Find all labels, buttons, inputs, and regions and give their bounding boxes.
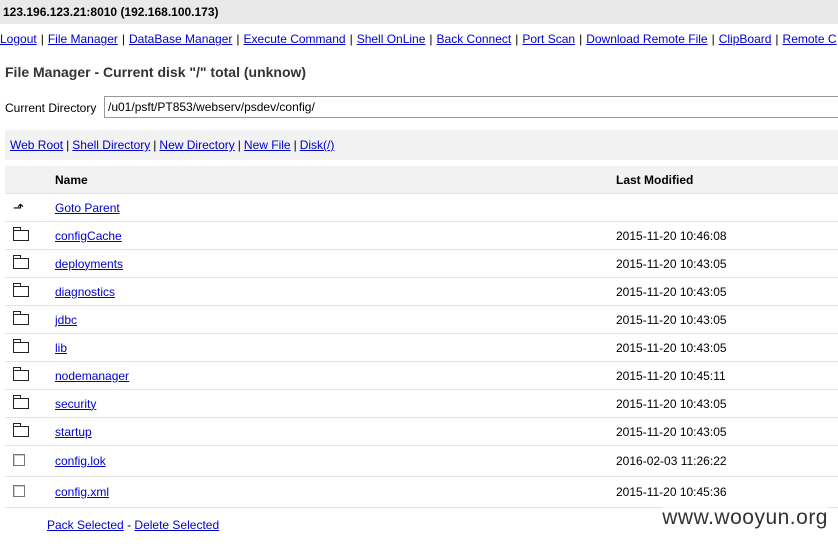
menu-remote-c[interactable]: Remote C	[783, 32, 837, 46]
modified-cell: 2015-11-20 10:43:05	[616, 389, 838, 418]
header-icon-cell	[5, 166, 55, 194]
file-checkbox[interactable]	[13, 484, 25, 497]
folder-icon	[13, 310, 29, 325]
file-link[interactable]: config.lok	[55, 454, 106, 468]
menu-separator: |	[429, 32, 433, 46]
table-row: config.xml 2015-11-20 10:45:36	[5, 476, 838, 508]
page-title: File Manager - Current disk "/" total (u…	[5, 64, 307, 80]
menu-logout[interactable]: Logout	[0, 32, 37, 46]
link-disk-root[interactable]: Disk(/)	[300, 138, 335, 152]
modified-cell: 2015-11-20 10:45:36	[616, 476, 838, 508]
modified-cell: 2016-02-03 11:26:22	[616, 445, 838, 477]
menu-separator: |	[121, 32, 125, 46]
link-separator: |	[153, 138, 157, 152]
menu-clipboard[interactable]: ClipBoard	[719, 32, 772, 46]
menu-separator: |	[40, 32, 44, 46]
table-row: diagnostics 2015-11-20 10:43:05	[5, 277, 838, 306]
table-row: startup 2015-11-20 10:43:05	[5, 417, 838, 446]
up-arrow-icon: ⬏	[13, 199, 24, 215]
folder-link[interactable]: startup	[55, 425, 92, 439]
folder-link[interactable]: diagnostics	[55, 285, 115, 299]
menu-file-manager[interactable]: File Manager	[48, 32, 118, 46]
link-separator: |	[293, 138, 297, 152]
link-shell-directory[interactable]: Shell Directory	[72, 138, 150, 152]
menu-separator: |	[349, 32, 353, 46]
pack-selected-link[interactable]: Pack Selected	[47, 518, 124, 532]
modified-cell: 2015-11-20 10:43:05	[616, 417, 838, 446]
parent-row: ⬏ Goto Parent	[5, 193, 838, 222]
menu-database-manager[interactable]: DataBase Manager	[129, 32, 232, 46]
folder-link[interactable]: nodemanager	[55, 369, 129, 383]
folder-icon	[13, 422, 29, 437]
header-last-modified: Last Modified	[616, 166, 838, 194]
folder-icon	[13, 394, 29, 409]
folder-link[interactable]: lib	[55, 341, 67, 355]
header-name: Name	[55, 166, 616, 194]
current-directory-input[interactable]	[104, 96, 838, 118]
table-row: config.lok 2016-02-03 11:26:22	[5, 445, 838, 477]
link-separator: |	[237, 138, 241, 152]
link-separator: |	[66, 138, 70, 152]
link-new-directory[interactable]: New Directory	[159, 138, 234, 152]
file-table: Name Last Modified ⬏ Goto Parent configC…	[5, 166, 838, 508]
folder-link[interactable]: jdbc	[55, 313, 77, 327]
table-row: lib 2015-11-20 10:43:05	[5, 333, 838, 362]
menu-port-scan[interactable]: Port Scan	[522, 32, 575, 46]
folder-icon	[13, 226, 29, 241]
file-checkbox[interactable]	[13, 453, 25, 466]
menu-download-remote-file[interactable]: Download Remote File	[586, 32, 707, 46]
watermark: www.wooyun.org	[662, 506, 828, 530]
menu-separator: |	[579, 32, 583, 46]
menu-separator: |	[711, 32, 715, 46]
parent-modified	[616, 193, 838, 222]
menu-shell-online[interactable]: Shell OnLine	[357, 32, 426, 46]
table-row: security 2015-11-20 10:43:05	[5, 389, 838, 418]
table-header-row: Name Last Modified	[5, 166, 838, 194]
directory-actions: Web Root | Shell Directory | New Directory | N…	[5, 130, 838, 160]
folder-icon	[13, 366, 29, 381]
modified-cell: 2015-11-20 10:45:11	[616, 361, 838, 390]
modified-cell: 2015-11-20 10:43:05	[616, 277, 838, 306]
modified-cell: 2015-11-20 10:43:05	[616, 333, 838, 362]
menu-separator: |	[515, 32, 519, 46]
menu-separator: |	[236, 32, 240, 46]
link-web-root[interactable]: Web Root	[10, 138, 63, 152]
file-link[interactable]: config.xml	[55, 485, 109, 499]
folder-icon	[13, 338, 29, 353]
menu-execute-command[interactable]: Execute Command	[244, 32, 346, 46]
folder-link[interactable]: deployments	[55, 257, 123, 271]
modified-cell: 2015-11-20 10:46:08	[616, 221, 838, 250]
modified-cell: 2015-11-20 10:43:05	[616, 305, 838, 334]
menu-back-connect[interactable]: Back Connect	[437, 32, 512, 46]
current-directory-label: Current Directory	[5, 101, 97, 115]
folder-icon	[13, 282, 29, 297]
table-row: configCache 2015-11-20 10:46:08	[5, 221, 838, 250]
main-menu: Logout | File Manager | DataBase Manager | Exe…	[0, 30, 838, 48]
bulk-actions: Pack Selected - Delete Selected	[47, 518, 219, 532]
folder-link[interactable]: configCache	[55, 229, 122, 243]
menu-separator: |	[775, 32, 779, 46]
goto-parent-link[interactable]: Goto Parent	[55, 201, 120, 215]
modified-cell: 2015-11-20 10:43:05	[616, 249, 838, 278]
table-row: nodemanager 2015-11-20 10:45:11	[5, 361, 838, 390]
delete-selected-link[interactable]: Delete Selected	[134, 518, 219, 532]
table-row: jdbc 2015-11-20 10:43:05	[5, 305, 838, 334]
link-new-file[interactable]: New File	[244, 138, 291, 152]
table-row: deployments 2015-11-20 10:43:05	[5, 249, 838, 278]
bulk-separator: -	[127, 518, 132, 532]
folder-icon	[13, 254, 29, 269]
host-title: 123.196.123.21:8010 (192.168.100.173)	[0, 0, 838, 24]
folder-link[interactable]: security	[55, 397, 96, 411]
